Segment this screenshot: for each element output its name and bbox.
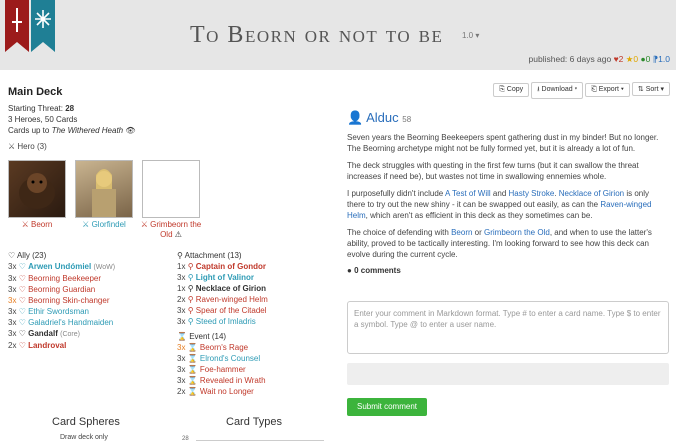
- hero-name-grimbeorn[interactable]: ⚔ Grimbeorn the Old ⚠: [136, 220, 206, 240]
- chart-axis: [196, 440, 324, 441]
- hero-name-glorfindel[interactable]: ⚔ Glorfindel: [69, 220, 139, 230]
- warning-icon: ⚠: [174, 230, 182, 239]
- description-paragraph-1: Seven years the Beorning Beekeepers spen…: [347, 133, 659, 153]
- comment-preview: [347, 363, 669, 385]
- comment-icon: ●: [347, 266, 352, 275]
- draw-deck-only-label: Draw deck only: [60, 434, 108, 441]
- hero-name-beorn[interactable]: ⚔ Beorn: [2, 220, 72, 230]
- comment-input[interactable]: Enter your comment in Markdown format. T…: [347, 301, 669, 354]
- favorites-count: 0: [633, 54, 639, 64]
- author-link[interactable]: Alduc: [366, 110, 399, 125]
- deck-summary: 3 Heroes, 50 Cards: [8, 115, 78, 124]
- export-button[interactable]: ⎗ Export ▾: [585, 83, 630, 97]
- card-link[interactable]: Grimbeorn the Old: [484, 228, 550, 237]
- likes-count: 2: [618, 54, 624, 64]
- list-item[interactable]: 2x ♡ Landroval: [8, 340, 115, 351]
- submit-comment-button[interactable]: Submit comment: [347, 398, 427, 416]
- list-item[interactable]: 3x ♡ Galadriel's Handmaiden: [8, 317, 115, 328]
- list-item[interactable]: 3x ⚲ Steed of Imladris: [177, 316, 268, 327]
- deck-panel: Main Deck Starting Threat: 28 3 Heroes, …: [8, 86, 338, 151]
- list-item[interactable]: 3x ♡ Beorning Guardian: [8, 284, 115, 295]
- deck-toolbar: ⎘ Copy ⭳ Download ▾ ⎗ Export ▾ ⇅ Sort ▾: [491, 82, 670, 99]
- deck-section-title: Main Deck: [8, 86, 63, 98]
- description-paragraph-3: I purposefully didn't include A Test of …: [347, 189, 652, 220]
- sort-button[interactable]: ⇅ Sort ▾: [631, 82, 670, 96]
- list-item[interactable]: 2x ⌛ Wait no Longer: [177, 386, 268, 397]
- list-item[interactable]: 3x ♡ Arwen Undómiel (WoW): [8, 261, 115, 273]
- copy-button[interactable]: ⎘ Copy: [493, 83, 530, 97]
- list-item[interactable]: 3x ♡ Beorning Skin-changer: [8, 295, 115, 306]
- ally-list: ♡ Ally (23) 3x ♡ Arwen Undómiel (WoW) 3x…: [8, 250, 115, 351]
- starting-threat: Starting Threat: 28: [8, 104, 75, 113]
- attachment-section-header: ⚲ Attachment (13): [177, 251, 242, 260]
- hero-card-glorfindel[interactable]: [75, 160, 133, 218]
- list-item[interactable]: 3x ♡ Beorning Beekeeper: [8, 273, 115, 284]
- eye-icon[interactable]: 👁: [125, 126, 135, 135]
- user-icon: 👤: [347, 110, 364, 125]
- list-item[interactable]: 3x ⌛ Revealed in Wrath: [177, 375, 268, 386]
- version-count: 1.0: [658, 54, 670, 64]
- hero-section-header: ⚔ Hero (3): [8, 142, 47, 151]
- list-item[interactable]: 3x ♡ Ethir Swordsman: [8, 306, 115, 317]
- cards-up-to: Cards up to The Withered Heath 👁: [8, 126, 136, 135]
- comments-header: ● 0 comments: [347, 266, 401, 275]
- card-link[interactable]: Beorn: [451, 228, 472, 237]
- card-types-heading: Card Types: [226, 416, 283, 428]
- leadership-banner-icon: [5, 0, 29, 52]
- version-dropdown[interactable]: 1.0 ▾: [462, 31, 479, 40]
- description-paragraph-4: The choice of defending with Beorn or Gr…: [347, 228, 652, 259]
- deck-description: 👤 Alduc 58 Seven years the Beorning Beek…: [347, 110, 669, 275]
- card-link[interactable]: Necklace of Girion: [559, 189, 624, 198]
- ally-section-header: ♡ Ally (23): [8, 251, 47, 260]
- list-item[interactable]: 3x ⌛ Foe-hammer: [177, 364, 268, 375]
- lore-banner-icon: [31, 0, 55, 52]
- card-spheres-heading: Card Spheres: [52, 416, 120, 428]
- description-paragraph-2: The deck struggles with questing in the …: [347, 161, 639, 181]
- list-item[interactable]: 3x ⚲ Spear of the Citadel: [177, 305, 268, 316]
- deck-title: To Beorn or not to be: [190, 22, 444, 48]
- chart-tick-label: 28: [182, 436, 189, 442]
- list-item[interactable]: 3x ⌛ Elrond's Counsel: [177, 353, 268, 364]
- hero-icon: ⚔: [8, 142, 16, 151]
- page-header: To Beorn or not to be 1.0 ▾ published: 6…: [0, 0, 676, 70]
- published-text: published: 6 days ago: [528, 54, 612, 64]
- card-link[interactable]: A Test of Will: [445, 189, 491, 198]
- author-reputation: 58: [402, 115, 412, 124]
- list-item[interactable]: 2x ⚲ Raven-winged Helm: [177, 294, 268, 305]
- list-item[interactable]: 3x ⚲ Light of Valinor: [177, 272, 268, 283]
- list-item[interactable]: 1x ⚲ Captain of Gondor: [177, 261, 268, 272]
- attachment-list: ⚲ Attachment (13) 1x ⚲ Captain of Gondor…: [177, 250, 268, 397]
- download-button[interactable]: ⭳ Download ▾: [531, 82, 584, 99]
- event-section-header: ⌛ Event (14): [177, 332, 227, 341]
- list-item[interactable]: 1x ⚲ Necklace of Girion: [177, 283, 268, 294]
- comments-count: 0: [645, 54, 651, 64]
- list-item[interactable]: 3x ⌛ Beorn's Rage: [177, 342, 268, 353]
- version-label: 1.0: [462, 31, 474, 40]
- card-link[interactable]: Hasty Stroke: [509, 189, 555, 198]
- hero-card-grimbeorn[interactable]: [142, 160, 200, 218]
- hero-card-beorn[interactable]: [8, 160, 66, 218]
- list-item[interactable]: 3x ♡ Gandalf (Core): [8, 328, 115, 340]
- author-line: 👤 Alduc 58: [347, 110, 669, 126]
- publication-info: published: 6 days ago ♥2 ★0 ●0 ⁋1.0: [529, 54, 670, 65]
